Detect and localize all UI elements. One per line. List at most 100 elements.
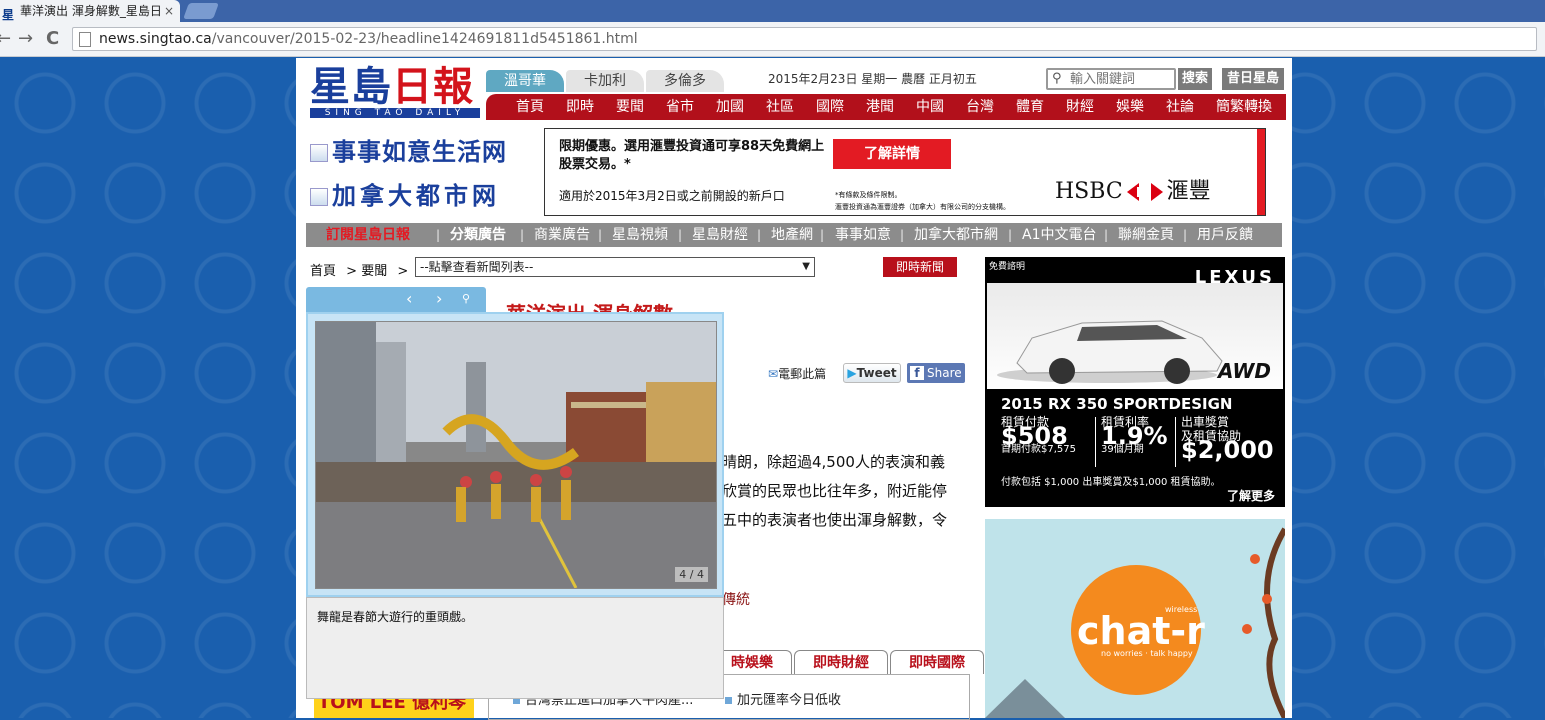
tab-title: 華洋演出 渾身解數_星島日 [20,4,160,18]
lexus-model: 2015 RX 350 SPORTDESIGN [1001,395,1233,413]
square-icon [310,144,328,162]
chevron-down-icon: ▼ [802,261,810,272]
facebook-share-button[interactable]: f Share [907,363,965,383]
ad-subtext: 適用於2015年3月2日或之前開設的新戶口 [559,189,785,203]
nav-item-finance[interactable]: 財經 [1066,94,1094,120]
photo-gallery: ‹ › ⚲ 4 / 4 舞龍是春節大遊行的重頭戲。 [306,287,724,699]
ad-red-bar [1257,129,1265,215]
search-button[interactable]: 搜索 [1178,68,1212,90]
hsbc-banner-ad[interactable]: 限期優惠。選用滙豐投資通可享88天免費網上股票交易。* 適用於2015年3月2日… [544,128,1266,216]
sub-nav-business-ads[interactable]: 商業廣告 [534,223,590,247]
article-tradition-link[interactable]: 傳統 [722,589,750,609]
breadcrumb-home[interactable]: 首頁 [310,264,336,279]
sub-nav-finance[interactable]: 星島財經 [692,223,748,247]
sub-nav-radio[interactable]: A1中文電台 [1022,223,1096,247]
nav-item-entertainment[interactable]: 娛樂 [1116,94,1144,120]
hsbc-hexagon-icon [1126,183,1163,201]
sub-nav: 訂閱星島日報 | 分類廣告 | 商業廣告 | 星島視頻 | 星島財經 | 地產網… [306,223,1282,247]
nav-item-taiwan[interactable]: 台灣 [966,94,994,120]
breaking-news-button[interactable]: 即時新聞 [883,257,957,277]
email-article-link[interactable]: ✉電郵此篇 [768,365,826,382]
next-icon[interactable]: › [436,289,442,308]
sub-nav-property[interactable]: 地產網 [771,223,813,247]
nav-item-community[interactable]: 社區 [766,94,794,120]
list-item[interactable]: 加元匯率今日低收 [725,689,841,708]
browser-tab[interactable]: 星 華洋演出 渾身解數_星島日 × [0,0,180,22]
lexus-ad[interactable]: 免費諮明 LEXUS AWD 2015 RX 350 SPORTDESIGN 租… [985,257,1285,507]
news-page: 星島日報 SING TAO DAILY 溫哥華 卡加利 多倫多 2015年2月2… [296,58,1292,720]
search-icon: ⚲ [1052,71,1062,86]
url-text: news.singtao.ca/vancouver/2015-02-23/hea… [99,31,638,47]
square-icon [310,188,328,206]
page-icon [79,32,91,47]
nav-item-convert[interactable]: 簡繁轉換 [1216,94,1272,120]
tab-instant-finance[interactable]: 即時財經 [794,650,888,674]
tab-calgary[interactable]: 卡加利 [566,70,644,92]
gallery-caption-box: 舞龍是春節大遊行的重頭戲。 [306,597,724,699]
breadcrumb: 首頁 > 要聞 > [310,264,409,279]
chatr-ad[interactable]: chat-r wireless no worries · talk happy [985,519,1285,718]
gallery-frame: 4 / 4 [306,312,724,597]
promo-link-lifestyle[interactable]: 事事如意生活网 [310,132,507,167]
nav-item-editorial[interactable]: 社論 [1166,94,1194,120]
sub-nav-subscribe[interactable]: 訂閱星島日報 [326,223,410,247]
nav-item-china[interactable]: 中國 [916,94,944,120]
nav-item-instant[interactable]: 即時 [566,94,594,120]
lexus-offer-bonus: 出車獎賞 及租賃協助 $2,000 [1181,415,1274,464]
lexus-fine-print: 付款包括 $1,000 出車獎賞及$1,000 租賃協助。 [1001,477,1221,488]
singtao-logo[interactable]: 星島日報 SING TAO DAILY [310,66,480,122]
lexus-offer-lease: 租賃付款 $508 首期付款$7,575 [1001,415,1076,455]
hsbc-brand: HSBC 滙豐 [1055,179,1211,204]
sub-nav-feedback[interactable]: 用戶反饋 [1197,223,1253,247]
sub-nav-metro[interactable]: 加拿大都市網 [914,223,998,247]
lexus-awd: AWD [1217,359,1271,383]
nav-item-province[interactable]: 省市 [666,94,694,120]
gallery-counter: 4 / 4 [675,567,708,582]
sub-nav-classifieds[interactable]: 分類廣告 [450,223,506,247]
search-input[interactable] [1068,71,1172,88]
ad-headline: 限期優惠。選用滙豐投資通可享88天免費網上股票交易。* [559,139,825,172]
sub-nav-ruyi[interactable]: 事事如意 [835,223,891,247]
lexus-learn-more[interactable]: 了解更多 [1227,487,1275,504]
zoom-icon[interactable]: ⚲ [462,292,470,305]
nav-item-headlines[interactable]: 要聞 [616,94,644,120]
article-body: 晴朗，除超過4,500人的表演和義 欣賞的民眾也比往年多，附近能停 五中的表演者… [722,453,948,529]
chatr-wireless: wireless [1165,605,1198,614]
main-nav: 首頁 即時 要聞 省市 加國 社區 國際 港聞 中國 台灣 體育 財經 娛樂 社… [486,94,1286,120]
close-tab-icon[interactable]: × [164,0,174,22]
browser-tab-bar: 星 華洋演出 渾身解數_星島日 × [0,0,1545,22]
browser-toolbar: ← → C news.singtao.ca/vancouver/2015-02-… [0,22,1545,57]
nav-item-canada[interactable]: 加國 [716,94,744,120]
tab-vancouver[interactable]: 溫哥華 [486,70,564,92]
forward-icon[interactable]: → [18,28,33,49]
nav-item-home[interactable]: 首頁 [516,94,544,120]
sub-nav-golden-pages[interactable]: 聯網金頁 [1118,223,1174,247]
tab-instant-entertainment[interactable]: 時娛樂 [712,650,792,674]
logo-subtitle: SING TAO DAILY [310,108,480,118]
bullet-icon [725,697,732,704]
promo-link-metro[interactable]: 加拿大都市网 [310,176,500,211]
tab-toronto[interactable]: 多倫多 [646,70,724,92]
nav-item-international[interactable]: 國際 [816,94,844,120]
new-tab-button[interactable] [183,3,219,19]
tweet-button[interactable]: ▶Tweet [843,363,901,383]
gallery-controls: ‹ › ⚲ [306,287,486,312]
tab-instant-international[interactable]: 即時國際 [890,650,984,674]
reload-icon[interactable]: C [46,28,59,49]
prev-icon[interactable]: ‹ [406,289,412,308]
ad-learn-more-button[interactable]: 了解詳情 [833,139,951,169]
archive-button[interactable]: 昔日星島 [1222,68,1284,90]
email-icon: ✉ [768,367,779,381]
date-text: 2015年2月23日 星期一 農曆 正月初五 [768,72,977,86]
nav-item-hongkong[interactable]: 港聞 [866,94,894,120]
back-icon[interactable]: ← [0,28,11,49]
lexus-offer-rate: 租賃利率 1.9% 39個月期 [1101,415,1168,455]
gallery-caption: 舞龍是春節大遊行的重頭戲。 [317,610,474,624]
search-box[interactable]: ⚲ [1046,68,1176,90]
sub-nav-video[interactable]: 星島視頻 [612,223,668,247]
breadcrumb-section[interactable]: 要聞 [361,264,387,279]
address-bar[interactable]: news.singtao.ca/vancouver/2015-02-23/hea… [72,27,1537,51]
gallery-photo[interactable]: 4 / 4 [315,321,717,589]
nav-item-sports[interactable]: 體育 [1016,94,1044,120]
news-list-select[interactable]: --點擊查看新聞列表-- ▼ [415,257,815,277]
